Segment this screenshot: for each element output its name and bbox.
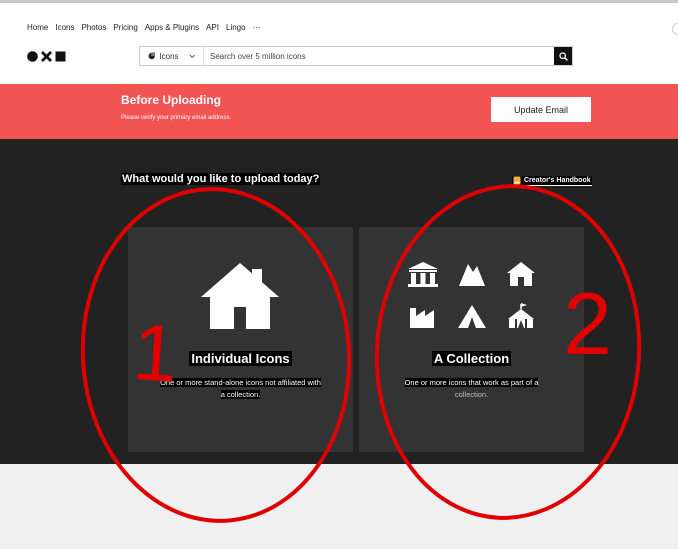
search-button[interactable]	[554, 47, 572, 65]
nav-photos[interactable]: Photos	[81, 23, 106, 32]
house-icon	[201, 263, 279, 329]
search-bar: Icons	[139, 46, 573, 66]
nav-more-icon[interactable]: ···	[253, 23, 261, 32]
edge-avatar[interactable]	[672, 23, 678, 35]
card-description-individual: One or more stand-alone icons not affili…	[160, 378, 321, 399]
home-icon	[507, 262, 535, 286]
top-nav: Home Icons Photos Pricing Apps & Plugins…	[27, 23, 261, 32]
card-title-collection: A Collection	[431, 351, 512, 366]
nav-pricing[interactable]: Pricing	[113, 23, 137, 32]
nav-home[interactable]: Home	[27, 23, 48, 32]
site-header: Home Icons Photos Pricing Apps & Plugins…	[0, 3, 678, 84]
tent-icon	[458, 305, 486, 328]
factory-icon	[410, 308, 434, 328]
nav-icons[interactable]: Icons	[55, 23, 74, 32]
upload-question: What would you like to upload today?	[121, 173, 321, 185]
search-type-select[interactable]: Icons	[140, 47, 204, 65]
card-title-individual: Individual Icons	[189, 351, 292, 366]
nav-api[interactable]: API	[206, 23, 219, 32]
search-type-label: Icons	[159, 51, 179, 61]
book-icon	[513, 176, 521, 185]
nav-lingo[interactable]: Lingo	[226, 23, 246, 32]
banner-title: Before Uploading	[121, 93, 222, 107]
temple-icon	[408, 262, 438, 287]
logo-circle-icon	[27, 51, 38, 62]
chevron-down-icon	[189, 54, 195, 58]
mountain-icon	[459, 264, 485, 286]
nav-apps-plugins[interactable]: Apps & Plugins	[145, 23, 199, 32]
icons-type-icon	[148, 52, 156, 60]
verify-email-banner: Before Uploading Please verify your prim…	[0, 84, 678, 139]
creators-handbook-link[interactable]: Creator's Handbook	[512, 176, 592, 186]
site-logo[interactable]	[27, 51, 66, 62]
card-description-collection: One or more icons that work as part of a…	[404, 378, 539, 399]
search-input[interactable]	[204, 47, 554, 65]
upload-section: What would you like to upload today? Cre…	[0, 139, 678, 464]
update-email-button[interactable]: Update Email	[491, 97, 591, 122]
banner-subtitle: Please verify your primary email address…	[121, 115, 232, 121]
collection-icon-grid	[406, 260, 538, 330]
individual-icons-card[interactable]: Individual Icons One or more stand-alone…	[128, 227, 353, 452]
circus-tent-icon	[508, 303, 534, 328]
logo-square-icon	[55, 51, 66, 62]
logo-x-icon	[41, 51, 52, 62]
handbook-label: Creator's Handbook	[524, 177, 591, 184]
search-icon	[558, 51, 568, 61]
collection-card[interactable]: A Collection One or more icons that work…	[359, 227, 584, 452]
